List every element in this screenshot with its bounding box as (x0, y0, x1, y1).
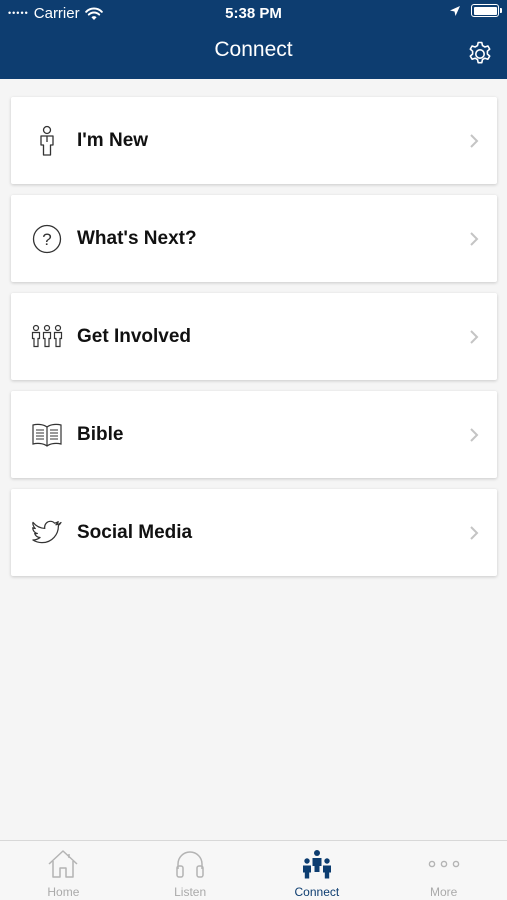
location-icon (450, 5, 460, 16)
person-icon (31, 125, 63, 157)
battery-icon (471, 4, 502, 17)
group-icon (31, 321, 63, 353)
page-title: Connect (214, 38, 293, 61)
menu-item-social-media[interactable]: Social Media (11, 489, 497, 576)
status-right (449, 4, 502, 17)
tab-home[interactable]: Home (0, 841, 127, 900)
chevron-right-icon (470, 428, 479, 442)
connect-menu: I'm New ? What's Next? Get Involved Bibl… (11, 97, 497, 587)
menu-item-whats-next[interactable]: ? What's Next? (11, 195, 497, 282)
navigation-header: ••••• Carrier 5:38 PM Connect (0, 0, 507, 79)
menu-item-label: Bible (77, 423, 124, 445)
menu-item-im-new[interactable]: I'm New (11, 97, 497, 184)
tab-more[interactable]: More (380, 841, 507, 900)
more-icon (427, 848, 461, 880)
svg-text:?: ? (42, 230, 51, 249)
tab-label: Connect (294, 885, 340, 899)
connect-icon (300, 848, 334, 880)
tab-listen[interactable]: Listen (127, 841, 254, 900)
menu-item-label: I'm New (77, 129, 149, 151)
menu-item-label: Social Media (77, 521, 193, 543)
twitter-icon (31, 517, 63, 549)
gear-icon (469, 41, 491, 64)
chevron-right-icon (470, 526, 479, 540)
menu-item-bible[interactable]: Bible (11, 391, 497, 478)
home-icon (46, 848, 80, 880)
tab-bar: Home Listen Connect More (0, 840, 507, 900)
status-bar: ••••• Carrier 5:38 PM (0, 0, 507, 28)
menu-item-get-involved[interactable]: Get Involved (11, 293, 497, 380)
tab-label: More (429, 885, 458, 899)
status-time: 5:38 PM (225, 5, 282, 22)
question-icon: ? (31, 223, 63, 255)
settings-button[interactable] (466, 40, 494, 68)
book-icon (31, 419, 63, 451)
tab-label: Home (47, 885, 80, 899)
menu-item-label: Get Involved (77, 325, 192, 347)
chevron-right-icon (470, 330, 479, 344)
tab-label: Listen (174, 885, 207, 899)
headphones-icon (173, 848, 207, 880)
chevron-right-icon (470, 232, 479, 246)
menu-item-label: What's Next? (77, 227, 197, 249)
chevron-right-icon (470, 134, 479, 148)
tab-connect[interactable]: Connect (254, 841, 381, 900)
